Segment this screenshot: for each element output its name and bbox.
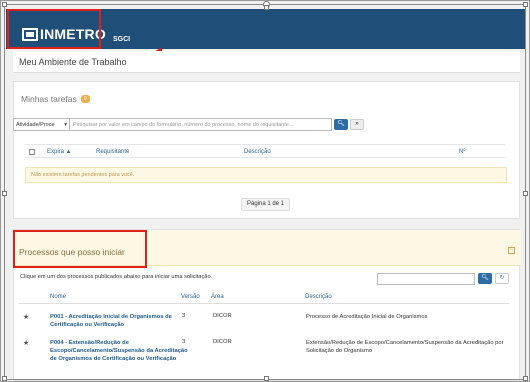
resize-handle-tr[interactable] bbox=[523, 2, 528, 7]
tasks-table-header: Expira ▲ Requisitante Descrição Nº bbox=[25, 144, 505, 158]
screenshot-frame: INMETRO SGCI 1 Meu Ambiente de Trabalho … bbox=[0, 0, 530, 382]
tasks-advanced-button[interactable]: » bbox=[350, 119, 364, 130]
resize-handle-tl[interactable] bbox=[2, 2, 7, 7]
processes-search-button[interactable]: 🔍︎ bbox=[478, 273, 492, 284]
tasks-search-button[interactable]: 🔍︎ bbox=[334, 119, 348, 130]
process-description: Extensão/Redução de Escopo/Cancelamento/… bbox=[306, 340, 504, 354]
process-version: 3 bbox=[182, 313, 186, 319]
fast-forward-icon: » bbox=[355, 121, 359, 127]
process-version: 3 bbox=[182, 339, 186, 345]
tasks-search-row: Atividade/Proce ▾ Pesquisar por valor em… bbox=[13, 118, 364, 131]
tasks-panel-title: Minhas tarefas 0 bbox=[21, 94, 90, 104]
process-name-link[interactable]: P001 - Acreditação Inicial de Organismos… bbox=[50, 313, 190, 329]
col-expira[interactable]: Expira ▲ bbox=[47, 149, 72, 155]
resize-handle-r[interactable] bbox=[523, 191, 528, 196]
resize-handle-br[interactable] bbox=[523, 376, 528, 381]
search-icon: 🔍︎ bbox=[481, 275, 489, 281]
processes-table-header: Nome Versão Área Descrição bbox=[19, 292, 509, 304]
processes-refresh-button[interactable]: ↻ bbox=[495, 273, 509, 284]
resize-handle-b[interactable] bbox=[264, 376, 269, 381]
search-icon: 🔍︎ bbox=[337, 121, 345, 127]
tasks-search-input[interactable]: Pesquisar por valor em campo do formulár… bbox=[70, 118, 332, 131]
star-icon[interactable]: ★ bbox=[23, 339, 29, 347]
page-header: Meu Ambiente de Trabalho bbox=[13, 51, 520, 73]
process-name-link[interactable]: P004 - Extensão/Redução de Escopo/Cancel… bbox=[50, 339, 190, 363]
resize-handle-t[interactable] bbox=[264, 5, 269, 10]
annotation-highlight-logo bbox=[7, 9, 101, 49]
activity-filter-value: Atividade/Proce bbox=[16, 121, 55, 128]
tasks-title-text: Minhas tarefas bbox=[21, 94, 77, 104]
col-nome[interactable]: Nome bbox=[50, 294, 66, 300]
star-icon[interactable]: ★ bbox=[23, 313, 29, 321]
process-area: DICOR bbox=[213, 313, 232, 319]
process-area: DICOR bbox=[213, 339, 232, 345]
col-descricao[interactable]: Descrição bbox=[244, 149, 271, 155]
nav-item-sgci[interactable]: SGCI bbox=[113, 36, 130, 43]
col-descricao-processo[interactable]: Descrição bbox=[305, 294, 332, 300]
tasks-count-badge: 0 bbox=[80, 95, 90, 103]
activity-filter-select[interactable]: Atividade/Proce ▾ bbox=[13, 118, 70, 131]
process-description: Processo de Acreditação Inicial de Organ… bbox=[306, 314, 428, 320]
processes-hint: Clique em um dos processos publicados ab… bbox=[20, 274, 213, 280]
tasks-empty-message: Não existem tarefas pendentes para você. bbox=[25, 167, 507, 183]
col-numero[interactable]: Nº bbox=[459, 149, 466, 155]
refresh-icon: ↻ bbox=[499, 275, 505, 281]
select-all-checkbox[interactable] bbox=[29, 149, 35, 155]
processes-search-input[interactable] bbox=[377, 273, 475, 285]
col-versao[interactable]: Versão bbox=[181, 294, 200, 300]
resize-handle-bl[interactable] bbox=[2, 376, 7, 381]
page-title: Meu Ambiente de Trabalho bbox=[19, 57, 127, 67]
col-area[interactable]: Área bbox=[211, 294, 224, 300]
collapse-icon[interactable]: − bbox=[508, 247, 515, 254]
annotation-highlight-processes bbox=[13, 230, 147, 268]
col-requisitante[interactable]: Requisitante bbox=[96, 149, 129, 155]
chevron-down-icon: ▾ bbox=[64, 121, 67, 128]
resize-handle-l[interactable] bbox=[2, 191, 7, 196]
tasks-pager: Página 1 de 1 bbox=[241, 198, 290, 211]
